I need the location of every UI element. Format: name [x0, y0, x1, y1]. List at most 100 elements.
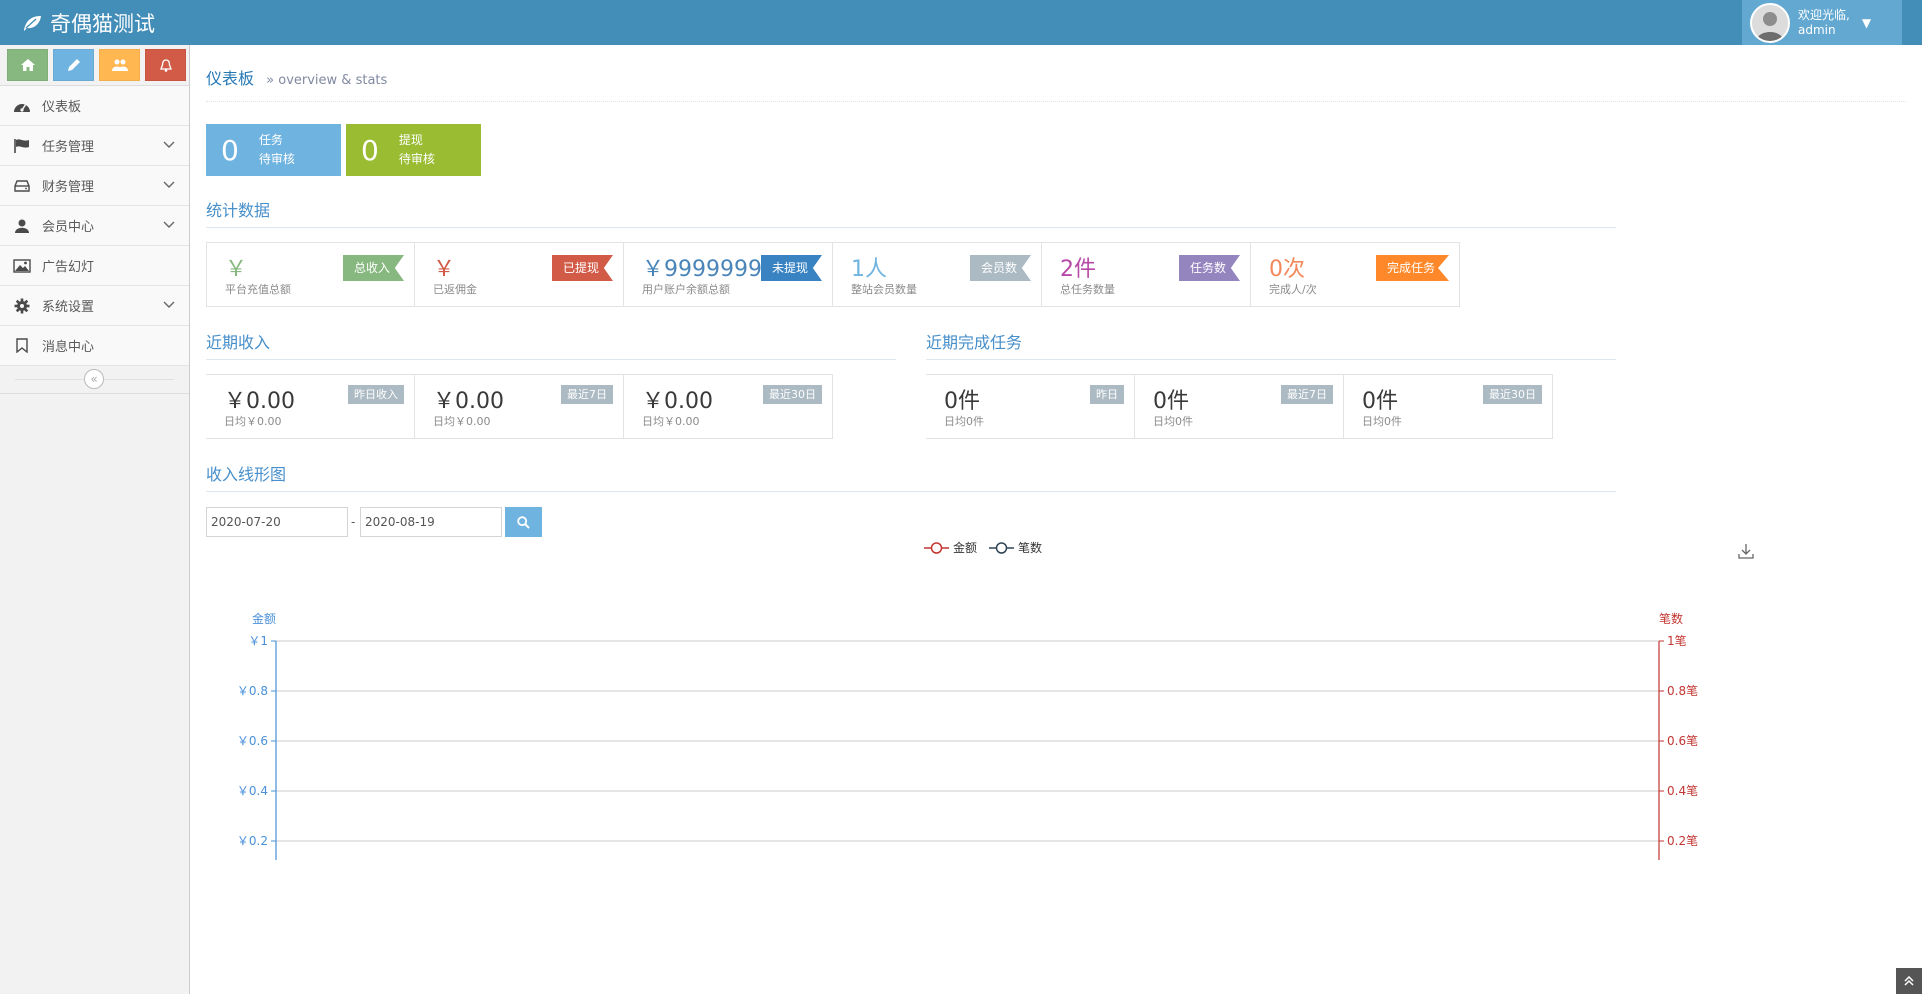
task-stat-box: 0件 日均0件 最近30日	[1344, 374, 1553, 439]
task-stat-value: 0件	[1362, 389, 1398, 414]
y-left-tick-label: ￥0.8	[237, 684, 268, 698]
avatar	[1750, 2, 1790, 43]
page-subtitle: » overview & stats	[266, 73, 388, 88]
income-tag: 最近30日	[763, 385, 822, 404]
sidebar-item-finance[interactable]: 财务管理	[0, 166, 189, 206]
sidebar-collapse-row: «	[0, 366, 189, 394]
shortcut-bell-button[interactable]	[145, 49, 186, 81]
stat-label: 已返佣金	[433, 283, 477, 296]
bell-icon	[159, 58, 172, 72]
user-menu[interactable]: 欢迎光临, admin ▼	[1742, 0, 1902, 45]
stat-value: ￥	[225, 257, 248, 282]
income-tag: 昨日收入	[348, 385, 404, 404]
download-icon[interactable]	[1738, 543, 1754, 559]
page-title: 仪表板	[206, 69, 255, 88]
user-greeting: 欢迎光临,	[1798, 7, 1850, 22]
stat-value: 1人	[851, 257, 887, 282]
stat-box: ￥ 平台充值总额 总收入	[206, 242, 415, 307]
stat-value: ￥9999999	[642, 257, 762, 282]
y-left-axis-label: 金额	[252, 611, 276, 626]
pending-count: 0	[361, 133, 379, 167]
task-stat-box: 0件 日均0件 最近7日	[1135, 374, 1344, 439]
stat-tag: 未提现	[760, 255, 822, 281]
y-left-tick-label: ￥0.6	[237, 734, 268, 748]
stat-label: 总任务数量	[1060, 283, 1115, 296]
income-box: ￥0.00 日均￥0.00 最近7日	[415, 374, 624, 439]
top-navbar: 奇偶猫测试 欢迎光临, admin ▼	[0, 0, 1922, 45]
stat-value: 2件	[1060, 257, 1096, 282]
brand[interactable]: 奇偶猫测试	[22, 8, 155, 38]
tasks-title: 近期完成任务	[926, 329, 1616, 360]
pending-task-box[interactable]: 0 任务待审核	[206, 124, 341, 176]
sidebar-item-messages[interactable]: 消息中心	[0, 326, 189, 366]
page-header: 仪表板 » overview & stats	[206, 65, 1906, 102]
chevron-down-icon	[163, 141, 175, 148]
user-icon	[12, 218, 32, 234]
chevron-down-icon	[163, 181, 175, 188]
pending-label: 待审核	[258, 152, 295, 166]
sidebar-item-dashboard[interactable]: 仪表板	[0, 86, 189, 126]
income-line-chart: 金额 笔数 ￥1 1笔 ￥0.8 0.8笔 ￥0.6 0.6笔 ￥0.4 0.4笔 ￥0.2 0.2笔…	[237, 611, 1698, 860]
leaf-icon	[24, 16, 41, 31]
income-label: 日均￥0.00	[433, 415, 491, 428]
stat-value: ￥	[433, 257, 456, 282]
chevron-down-icon	[163, 301, 175, 308]
caret-down-icon: ▼	[1861, 15, 1872, 30]
scroll-up-button[interactable]	[1896, 968, 1922, 994]
pending-count: 0	[221, 133, 239, 167]
income-label: 日均￥0.00	[224, 415, 282, 428]
date-separator: -	[351, 515, 356, 529]
shortcut-pencil-button[interactable]	[53, 49, 94, 81]
legend-label: 笔数	[1018, 541, 1043, 555]
task-stat-value: 0件	[944, 389, 980, 414]
flag-icon	[12, 138, 32, 154]
sidebar-item-ads[interactable]: 广告幻灯	[0, 246, 189, 286]
task-stat-tag: 最近30日	[1483, 385, 1542, 404]
stat-box: 1人 整站会员数量 会员数	[833, 242, 1042, 307]
picture-icon	[12, 258, 32, 274]
income-value: ￥0.00	[642, 389, 713, 414]
pending-label: 待审核	[398, 152, 435, 166]
dashboard-icon	[12, 98, 32, 114]
home-icon	[20, 59, 35, 71]
stat-box: ￥ 已返佣金 已提现	[415, 242, 624, 307]
sidebar-item-label: 广告幻灯	[42, 260, 95, 275]
shortcuts-bar	[0, 45, 189, 86]
y-right-tick-label: 0.6笔	[1667, 733, 1698, 748]
legend-label: 金额	[953, 541, 978, 555]
main-content: 仪表板 » overview & stats 0 任务 待审核 0 提现 待审核 统…	[191, 45, 1922, 994]
stat-tag: 会员数	[969, 255, 1031, 281]
income-box: ￥0.00 日均￥0.00 昨日收入	[206, 374, 415, 439]
sidebar-item-label: 财务管理	[42, 180, 95, 195]
y-right-tick-label: 0.4笔	[1667, 783, 1698, 798]
bookmark-icon	[12, 338, 32, 354]
stat-label: 用户账户余额总额	[642, 283, 730, 296]
income-value: ￥0.00	[433, 389, 504, 414]
sidebar-item-tasks[interactable]: 任务管理	[0, 126, 189, 166]
user-name: admin	[1798, 22, 1836, 37]
chart-legend: 金额 笔数	[924, 539, 1042, 556]
task-stat-label: 日均0件	[1362, 415, 1402, 428]
chevron-down-icon	[163, 221, 175, 228]
shortcut-users-button[interactable]	[99, 49, 140, 81]
stat-box: ￥9999999 用户账户余额总额 未提现	[624, 242, 833, 307]
search-button[interactable]	[505, 507, 542, 537]
y-right-axis-label: 笔数	[1659, 611, 1683, 626]
stat-tag: 完成任务	[1375, 255, 1449, 281]
pending-withdraw-box[interactable]: 0 提现待审核	[346, 124, 481, 176]
pending-label: 提现	[398, 133, 423, 147]
stat-box: 0次 完成人/次 完成任务	[1251, 242, 1460, 307]
sidebar-item-label: 仪表板	[42, 100, 82, 115]
sidebar-item-members[interactable]: 会员中心	[0, 206, 189, 246]
pencil-icon	[67, 59, 80, 71]
pending-label: 任务	[258, 133, 283, 147]
sidebar-item-settings[interactable]: 系统设置	[0, 286, 189, 326]
legend-amount[interactable]: 金额	[924, 539, 977, 556]
date-from-input[interactable]: 2020-07-20	[206, 507, 348, 537]
stat-label: 完成人/次	[1269, 283, 1317, 296]
legend-count[interactable]: 笔数	[989, 539, 1042, 556]
sidebar-collapse-button[interactable]: «	[84, 369, 104, 389]
stat-tag: 任务数	[1178, 255, 1240, 281]
date-to-input[interactable]: 2020-08-19	[360, 507, 502, 537]
shortcut-home-button[interactable]	[7, 49, 48, 81]
